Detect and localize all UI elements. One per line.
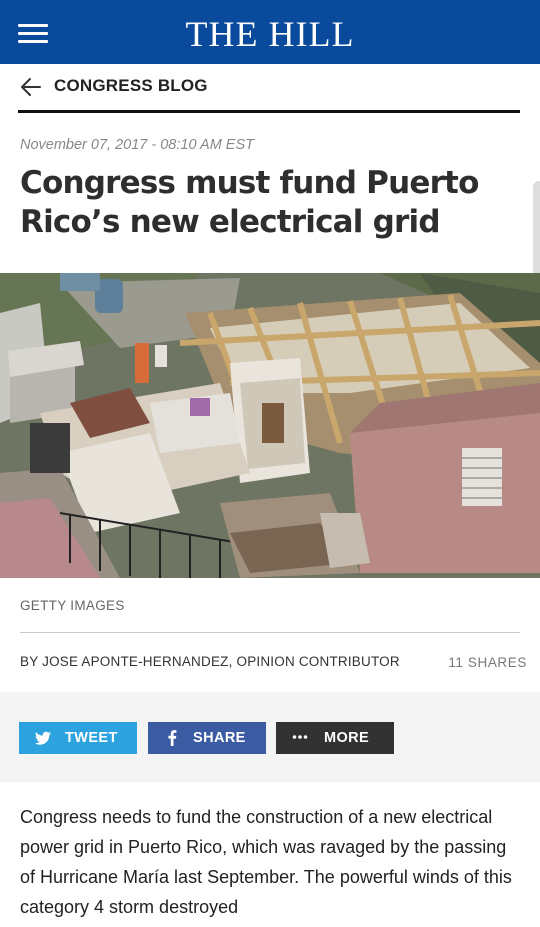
twitter-icon — [35, 731, 51, 745]
facebook-icon — [168, 730, 177, 746]
tweet-button[interactable]: TWEET — [19, 722, 137, 754]
ellipsis-icon — [292, 735, 308, 739]
share-bar: TWEET SHARE MORE — [0, 692, 540, 782]
divider — [20, 632, 520, 633]
share-label: SHARE — [193, 730, 246, 746]
section-header: CONGRESS BLOG — [18, 66, 520, 113]
image-credit: GETTY IMAGES — [20, 598, 125, 613]
section-link[interactable]: CONGRESS BLOG — [54, 75, 208, 97]
more-label: MORE — [324, 730, 370, 746]
article-headline: Congress must fund Puerto Rico’s new ele… — [20, 165, 479, 240]
more-button[interactable]: MORE — [276, 722, 394, 754]
tweet-label: TWEET — [65, 730, 118, 746]
facebook-share-button[interactable]: SHARE — [148, 722, 266, 754]
top-bar: THE HILL — [0, 0, 540, 64]
article-date: November 07, 2017 - 08:10 AM EST — [20, 137, 254, 153]
back-arrow-icon[interactable] — [18, 74, 44, 100]
article-photo — [0, 273, 540, 578]
author-byline[interactable]: BY JOSE APONTE-HERNANDEZ, OPINION CONTRI… — [20, 654, 400, 669]
article-body: Congress needs to fund the construction … — [20, 807, 512, 917]
site-logo[interactable]: THE HILL — [0, 14, 540, 54]
share-count: 11 SHARES — [448, 655, 527, 670]
